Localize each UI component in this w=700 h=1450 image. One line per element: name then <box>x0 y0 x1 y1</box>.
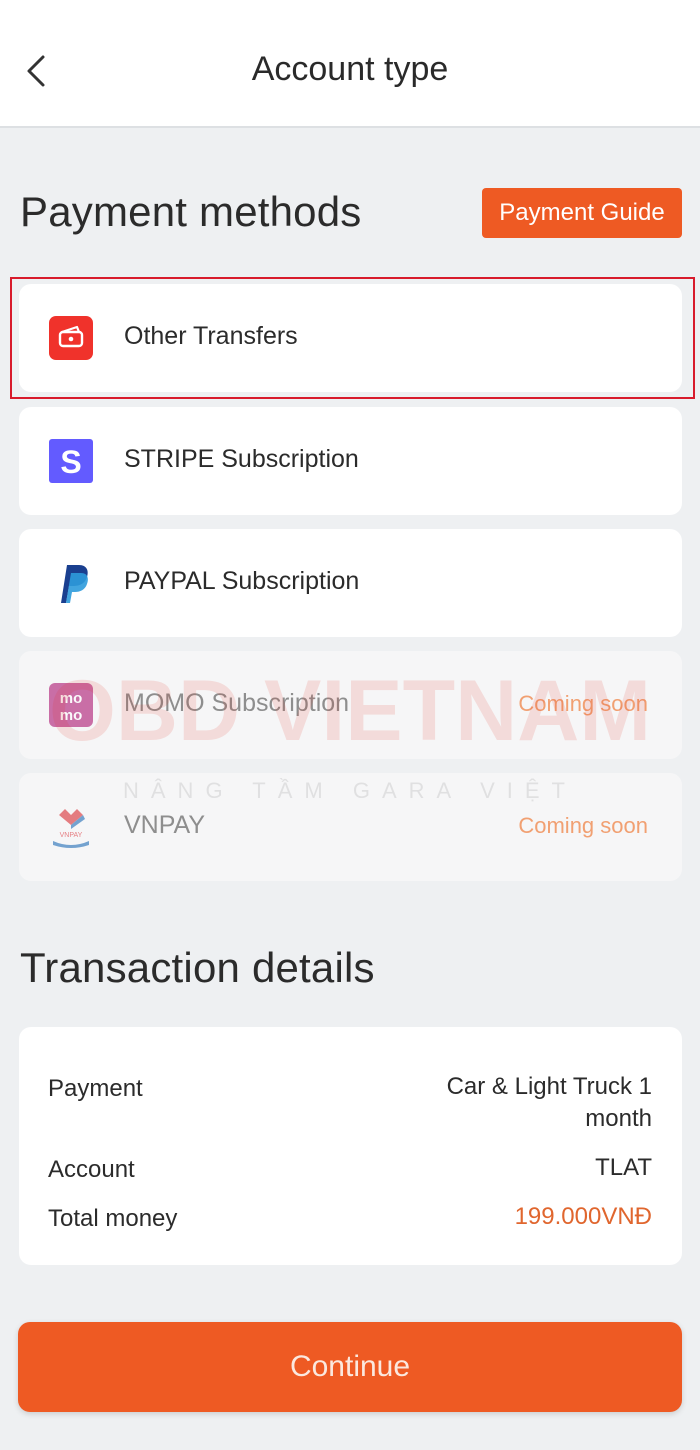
svg-text:S: S <box>60 444 81 480</box>
coming-soon-badge: Coming soon <box>518 813 648 838</box>
page-title: Account type <box>251 50 449 88</box>
momo-icon: mo mo <box>49 683 93 727</box>
stripe-icon: S <box>49 439 93 483</box>
payment-method-paypal[interactable]: PAYPAL Subscription <box>19 529 682 637</box>
payment-method-label: Other Transfers <box>124 322 298 350</box>
transaction-details-card: Payment Car & Light Truck 1 month Accoun… <box>19 1027 682 1265</box>
payment-method-other-transfers[interactable]: Other Transfers <box>19 284 682 392</box>
payment-method-stripe[interactable]: S STRIPE Subscription <box>19 407 682 515</box>
payment-value-line-1: Car & Light Truck 1 <box>446 1073 652 1100</box>
payment-method-label: STRIPE Subscription <box>124 445 359 473</box>
payment-method-label: PAYPAL Subscription <box>124 567 360 595</box>
wallet-icon <box>49 316 93 360</box>
payment-label: Payment <box>48 1075 143 1102</box>
payment-methods-heading: Payment methods <box>20 188 362 235</box>
vnpay-icon: VNPAY <box>49 805 93 849</box>
account-value: TLAT <box>595 1154 652 1181</box>
payment-value-line-2: month <box>585 1105 652 1132</box>
account-label: Account <box>48 1156 135 1183</box>
paypal-icon <box>49 561 93 605</box>
payment-method-momo: mo mo MOMO Subscription Coming soon <box>19 651 682 759</box>
svg-text:mo: mo <box>60 690 83 707</box>
svg-text:VNPAY: VNPAY <box>60 832 83 839</box>
payment-value: Car & Light Truck 1 month <box>447 1071 652 1135</box>
svg-text:mo: mo <box>60 707 83 724</box>
payment-guide-button[interactable]: Payment Guide <box>482 188 682 238</box>
payment-method-vnpay: VNPAY VNPAY Coming soon <box>19 773 682 881</box>
coming-soon-badge: Coming soon <box>518 691 648 716</box>
app-header: Account type <box>0 0 700 128</box>
total-money-label: Total money <box>48 1205 178 1232</box>
payment-method-label: VNPAY <box>124 811 206 839</box>
total-money-value: 199.000VNĐ <box>514 1203 652 1230</box>
payment-method-label: MOMO Subscription <box>124 689 350 717</box>
continue-button[interactable]: Continue <box>18 1322 682 1412</box>
transaction-details-heading: Transaction details <box>20 944 375 991</box>
